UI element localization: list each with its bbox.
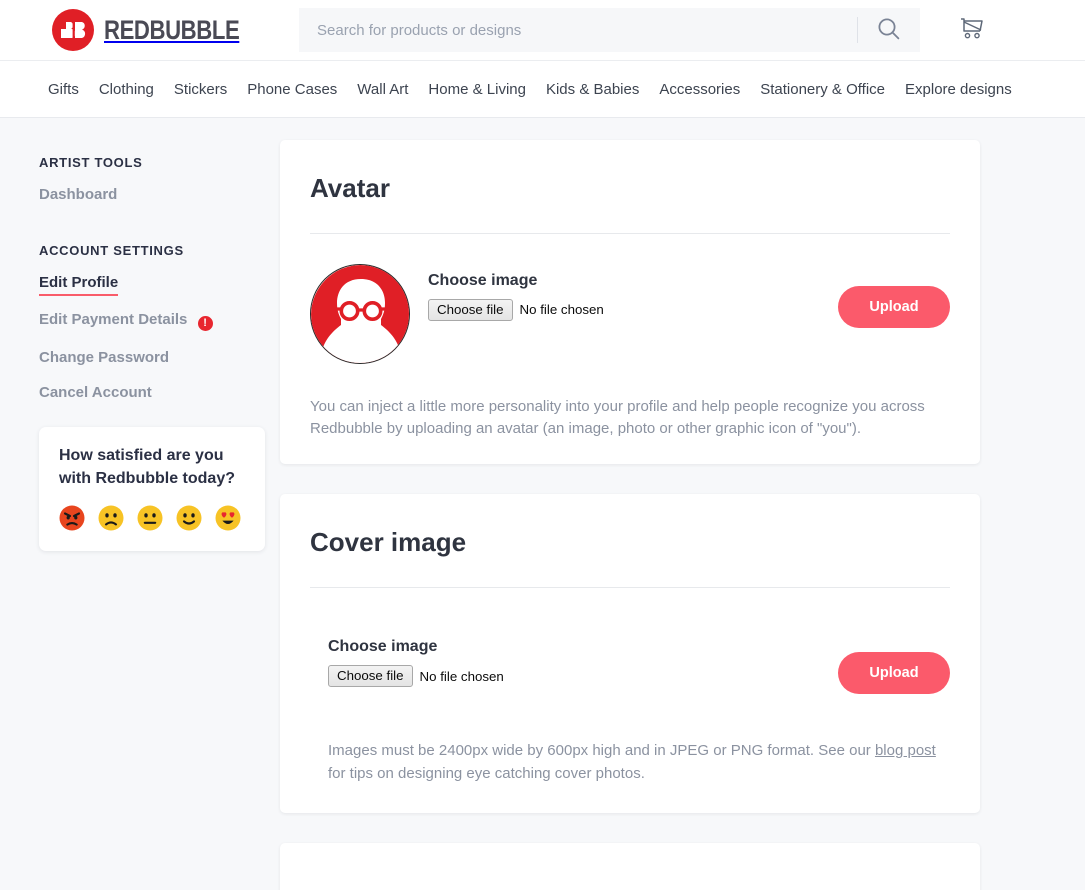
- settings-main: Avatar Choose image Choose file No file …: [280, 140, 1085, 890]
- site-header: REDBUBBLE: [0, 0, 1085, 61]
- alert-icon: !: [197, 316, 213, 331]
- cover-note-after: for tips on designing eye catching cover…: [328, 764, 645, 782]
- search-button[interactable]: [858, 8, 920, 52]
- avatar-row: Choose image Choose file No file chosen …: [310, 264, 950, 364]
- shopping-cart-icon: [959, 17, 985, 44]
- heart-eyes-face-emoji[interactable]: [215, 505, 241, 531]
- cover-image-card-title: Cover image: [310, 494, 950, 589]
- settings-sidebar: ARTIST TOOLS Dashboard ACCOUNT SETTINGS …: [0, 140, 280, 552]
- sidebar-item-dashboard[interactable]: Dashboard: [39, 186, 280, 203]
- nav-item-clothing[interactable]: Clothing: [89, 81, 164, 98]
- frowning-face-emoji[interactable]: [98, 505, 124, 531]
- cover-choose-image-label: Choose image: [328, 638, 438, 656]
- nav-item-gifts[interactable]: Gifts: [38, 81, 89, 98]
- cover-upload-group: Choose image Choose file No file chosen: [328, 630, 780, 688]
- search-bar[interactable]: [299, 8, 921, 52]
- cover-upload-button[interactable]: Upload: [838, 652, 950, 695]
- search-input[interactable]: [299, 8, 858, 52]
- avatar-upload-button[interactable]: Upload: [838, 286, 950, 328]
- sidebar-heading-artist-tools: ARTIST TOOLS: [39, 155, 143, 170]
- brand-wordmark: REDBUBBLE: [104, 14, 240, 45]
- nav-item-accessories[interactable]: Accessories: [649, 81, 750, 98]
- sidebar-item-edit-payment-details-label: Edit Payment Details: [39, 311, 188, 328]
- avatar-card-note: You can inject a little more personality…: [310, 398, 925, 438]
- nav-item-home-and-living[interactable]: Home & Living: [418, 81, 536, 98]
- nav-item-explore-designs[interactable]: Explore designs: [895, 81, 1022, 98]
- avatar-file-input[interactable]: Choose file No file chosen: [428, 299, 794, 321]
- cover-image-card: Cover image Choose image Choose file No …: [280, 494, 980, 813]
- nav-item-stickers[interactable]: Stickers: [164, 81, 237, 98]
- avatar-card-title: Avatar: [310, 140, 950, 234]
- next-settings-card: [280, 842, 980, 890]
- nav-item-kids-and-babies[interactable]: Kids & Babies: [536, 81, 649, 98]
- main-navigation: Gifts Clothing Stickers Phone Cases Wall…: [0, 61, 1085, 118]
- avatar-file-status: No file chosen: [519, 302, 604, 318]
- avatar-image: [310, 264, 410, 364]
- satisfaction-survey-card: How satisfied are you with Redbubble tod…: [39, 427, 265, 552]
- redbubble-logo-link[interactable]: REDBUBBLE: [52, 9, 269, 51]
- sidebar-item-change-password[interactable]: Change Password: [39, 349, 280, 366]
- nav-item-stationery-and-office[interactable]: Stationery & Office: [750, 81, 895, 98]
- slightly-smiling-face-emoji[interactable]: [176, 505, 202, 531]
- nav-item-phone-cases[interactable]: Phone Cases: [237, 81, 347, 98]
- avatar-card-body: Choose image Choose file No file chosen …: [310, 234, 950, 464]
- cover-choose-file-button[interactable]: Choose file: [328, 665, 413, 688]
- avatar-card: Avatar Choose image Choose file No file …: [280, 140, 980, 465]
- survey-emoji-row: [59, 505, 245, 531]
- cover-image-card-body: Choose image Choose file No file chosen …: [310, 588, 950, 812]
- cover-row: Choose image Choose file No file chosen …: [328, 630, 950, 695]
- cover-file-status: No file chosen: [419, 668, 504, 684]
- angry-face-emoji[interactable]: [59, 505, 85, 531]
- avatar-upload-group: Choose image Choose file No file chosen: [428, 264, 794, 321]
- nav-item-wall-art[interactable]: Wall Art: [347, 81, 418, 98]
- cover-card-note: Images must be 2400px wide by 600px high…: [328, 694, 950, 812]
- survey-question: How satisfied are you with Redbubble tod…: [59, 447, 235, 487]
- sidebar-item-cancel-account[interactable]: Cancel Account: [39, 384, 280, 401]
- search-icon: [876, 16, 902, 45]
- sidebar-item-edit-profile[interactable]: Edit Profile: [39, 274, 119, 296]
- redbubble-logo-icon: [52, 9, 94, 51]
- neutral-face-emoji[interactable]: [137, 505, 163, 531]
- avatar-choose-image-label: Choose image: [428, 272, 538, 289]
- cover-file-input[interactable]: Choose file No file chosen: [328, 665, 780, 688]
- page-content: ARTIST TOOLS Dashboard ACCOUNT SETTINGS …: [0, 118, 1085, 890]
- avatar-choose-file-button[interactable]: Choose file: [428, 299, 513, 321]
- sidebar-item-edit-payment-details[interactable]: Edit Payment Details !: [39, 311, 280, 331]
- blog-post-link[interactable]: blog post: [875, 742, 936, 759]
- cover-note-before: Images must be 2400px wide by 600px high…: [328, 742, 875, 760]
- sidebar-heading-account-settings: ACCOUNT SETTINGS: [39, 243, 184, 258]
- cart-button[interactable]: [952, 10, 992, 50]
